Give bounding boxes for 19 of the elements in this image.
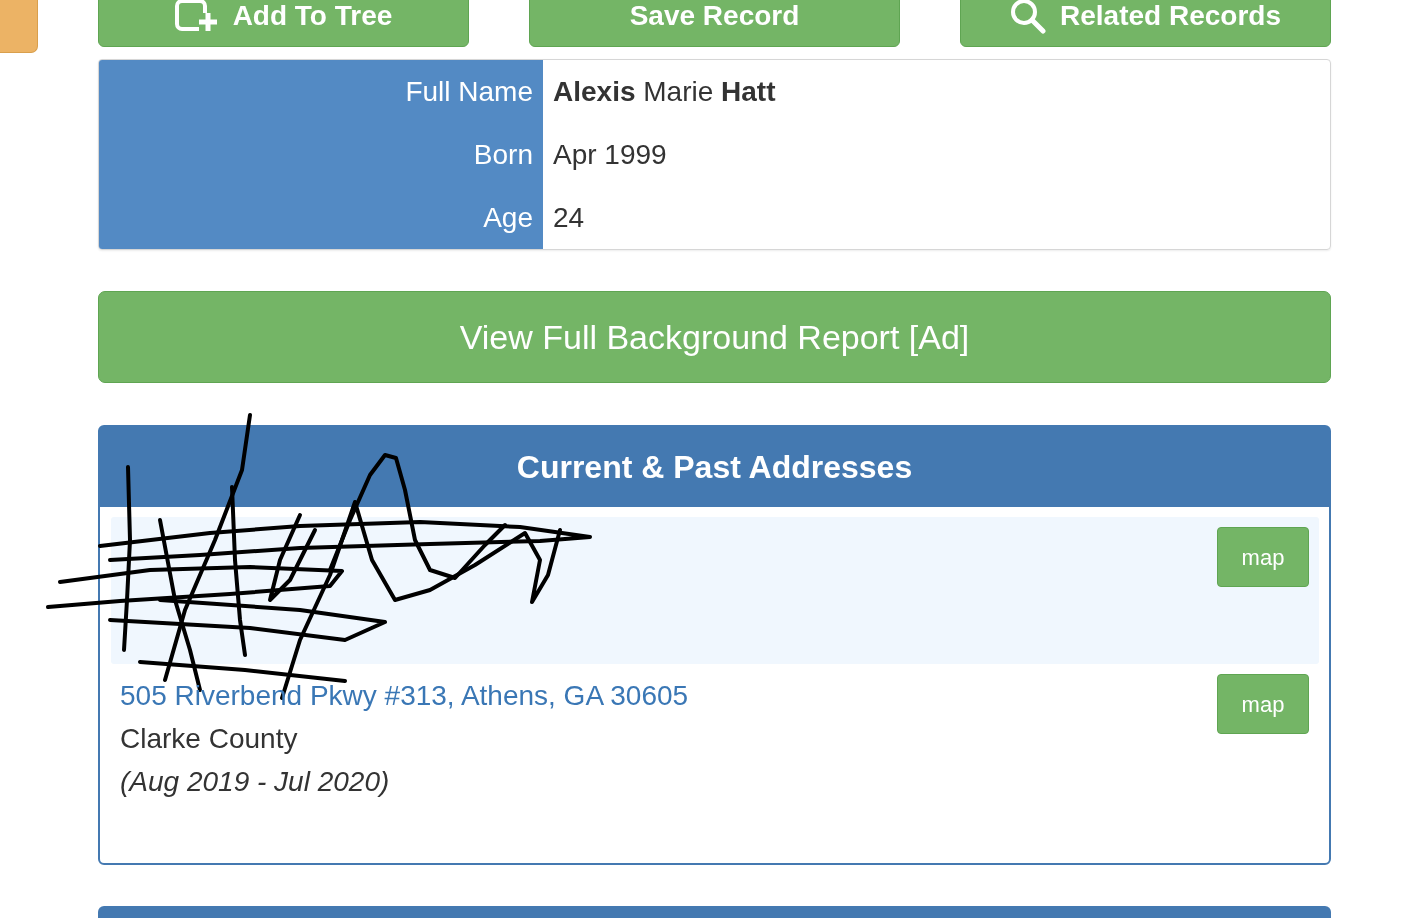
action-button[interactable]: Add To Tree — [98, 0, 469, 47]
county-text: Clarke County — [120, 722, 299, 756]
field-value: Apr 1999 — [552, 138, 668, 172]
action-button[interactable]: Related Records — [960, 0, 1331, 47]
address-link[interactable]: 505 Riverbend Pkwy #313, Athens, GA 30605 — [120, 680, 689, 711]
side-tab[interactable] — [0, 0, 38, 53]
date-range-text: (Aug 2019 - Jul 2020) — [120, 765, 391, 799]
map-button[interactable]: map — [1217, 674, 1309, 734]
field-value: Alexis Marie Hatt — [552, 75, 777, 109]
panel-title: Current & Past Addresses — [100, 427, 1329, 507]
map-button[interactable]: map — [1217, 527, 1309, 587]
action-button[interactable]: Save Record — [529, 0, 900, 47]
field-label: Born — [99, 123, 543, 186]
field-label: Age — [99, 186, 543, 249]
search-icon — [1010, 0, 1046, 34]
field-label: Full Name — [99, 60, 543, 123]
field-value: 24 — [552, 201, 586, 235]
report-button[interactable]: View Full Background Report [Ad] — [98, 291, 1331, 383]
plus-box-icon — [174, 0, 219, 33]
